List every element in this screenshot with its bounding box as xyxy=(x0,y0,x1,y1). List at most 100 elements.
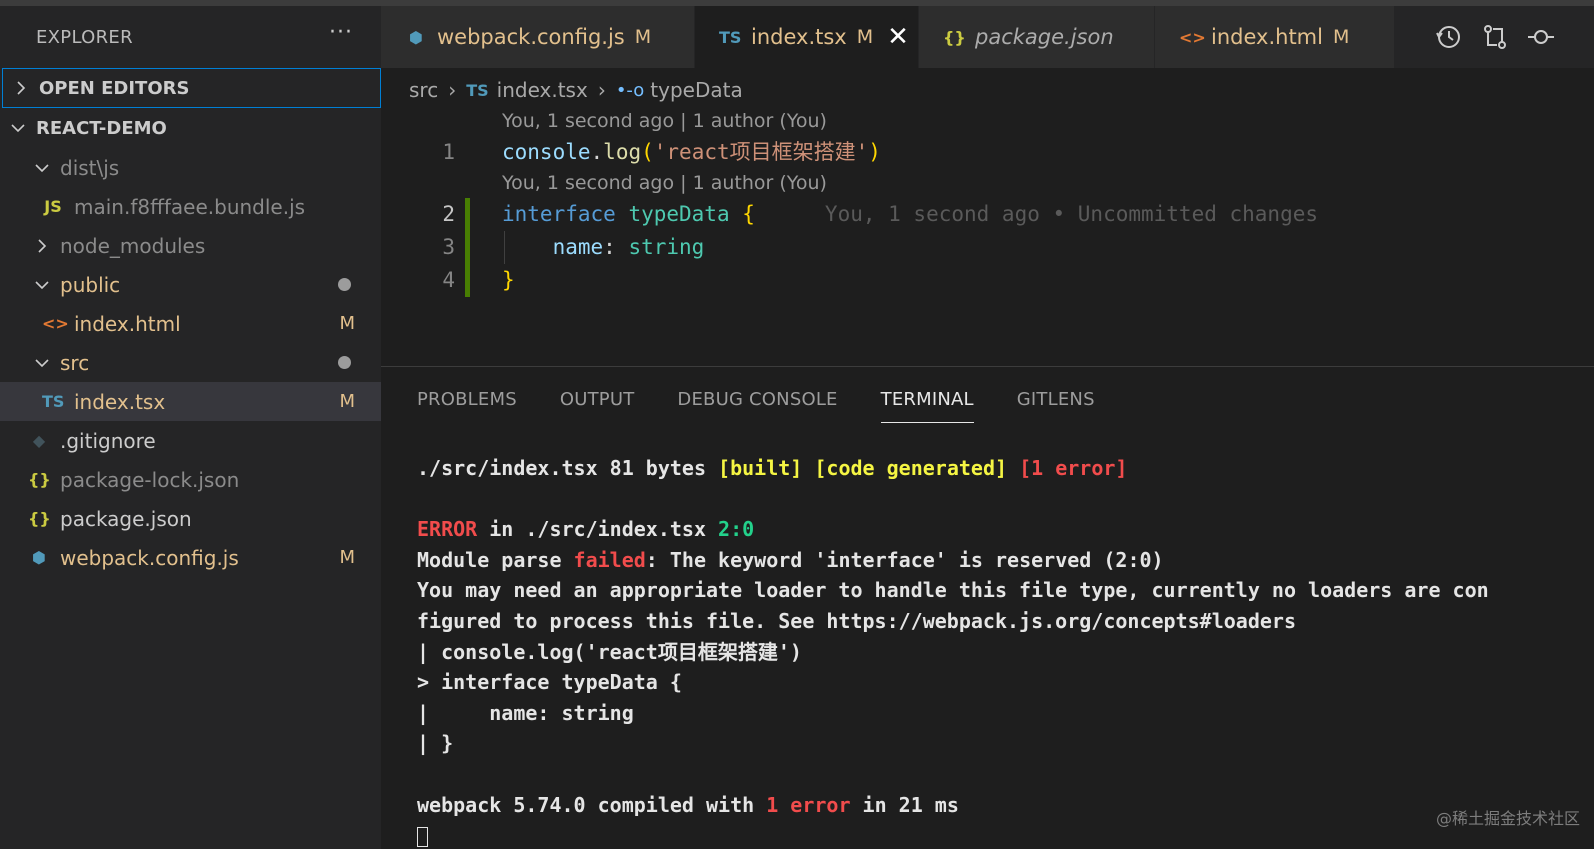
code-editor[interactable]: You, 1 second ago | 1 author (You) 1 con… xyxy=(381,108,1594,366)
tab-terminal[interactable]: TERMINAL xyxy=(880,381,974,423)
json-file-icon: {} xyxy=(28,509,51,528)
explorer-title: EXPLORER xyxy=(36,26,133,48)
tree-file-main-bundle[interactable]: JS main.f8fffaee.bundle.js xyxy=(0,187,381,226)
git-commit-icon[interactable] xyxy=(1526,22,1556,52)
chevron-right-icon xyxy=(38,238,47,253)
tree-item-label: dist\js xyxy=(60,155,120,180)
terminal-line: > interface typeData { xyxy=(417,670,682,695)
tab-webpack-config[interactable]: ⬢ webpack.config.js M xyxy=(381,6,695,68)
tree-item-label: index.html xyxy=(74,311,181,336)
tree-file-gitignore[interactable]: ◆ .gitignore xyxy=(0,421,381,460)
tree-file-package-lock[interactable]: {} package-lock.json xyxy=(0,460,381,499)
project-section[interactable]: REACT-DEMO xyxy=(0,108,381,148)
open-editors-section[interactable]: OPEN EDITORS xyxy=(2,68,381,108)
tree-item-label: package.json xyxy=(60,506,192,531)
tree-folder-src[interactable]: src xyxy=(0,343,381,382)
tree-item-label: webpack.config.js xyxy=(60,545,239,570)
breadcrumb-symbol[interactable]: typeData xyxy=(650,78,742,102)
line-source: interface typeData {You, 1 second ago • … xyxy=(502,202,1319,226)
tree-folder-public[interactable]: public xyxy=(0,265,381,304)
tab-label: index.html xyxy=(1211,25,1323,49)
chevron-down-icon xyxy=(11,124,25,133)
open-editors-label: OPEN EDITORS xyxy=(39,77,190,99)
line-source: } xyxy=(502,268,515,292)
tree-file-package-json[interactable]: {} package.json xyxy=(0,499,381,538)
tab-problems[interactable]: PROBLEMS xyxy=(417,381,517,423)
modified-dot xyxy=(338,356,351,369)
code-line-1: 1 console.log('react项目框架搭建') xyxy=(381,136,1594,169)
tab-gitlens[interactable]: GITLENS xyxy=(1017,381,1095,423)
terminal-line: ./src/index.tsx 81 bytes [built] [code g… xyxy=(417,456,1128,480)
tree-item-label: src xyxy=(60,350,90,375)
breadcrumb-file[interactable]: index.tsx xyxy=(497,78,588,102)
terminal-line: Module parse failed: The keyword 'interf… xyxy=(417,547,1164,572)
chevron-right-icon: › xyxy=(597,78,606,102)
project-label: REACT-DEMO xyxy=(36,117,167,139)
ts-file-icon: TS xyxy=(719,27,742,47)
more-actions-icon[interactable]: ··· xyxy=(329,20,353,45)
terminal-line: figured to process this file. See https:… xyxy=(417,608,1296,633)
modified-badge: M xyxy=(856,26,874,48)
line-source: name: string xyxy=(552,235,705,259)
explorer-header: EXPLORER ··· xyxy=(0,6,381,68)
bottom-panel: PROBLEMS OUTPUT DEBUG CONSOLE TERMINAL G… xyxy=(381,366,1594,849)
tree-item-label: index.tsx xyxy=(74,389,166,414)
tree-file-webpack-config[interactable]: ⬢ webpack.config.js M xyxy=(0,538,381,577)
tree-file-index-tsx[interactable]: TS index.tsx M xyxy=(0,382,381,421)
terminal-cursor xyxy=(417,826,428,847)
modified-badge: M xyxy=(339,391,355,412)
editor-actions xyxy=(1404,6,1594,68)
close-icon[interactable]: ✕ xyxy=(887,22,909,52)
webpack-file-icon: ⬢ xyxy=(32,548,46,567)
terminal-line: ERROR in ./src/index.tsx 2:0 xyxy=(417,517,755,542)
line-number: 4 xyxy=(442,268,455,292)
terminal-line: webpack 5.74.0 compiled with 1 error in … xyxy=(417,792,959,817)
tab-label: index.tsx xyxy=(751,25,847,49)
ts-file-icon: TS xyxy=(466,80,489,100)
breadcrumb: src › TS index.tsx › •-o typeData xyxy=(409,72,743,108)
terminal-line: | name: string xyxy=(417,700,634,725)
tab-debug-console[interactable]: DEBUG CONSOLE xyxy=(677,381,837,423)
panel-tab-bar: PROBLEMS OUTPUT DEBUG CONSOLE TERMINAL G… xyxy=(417,381,1095,423)
modified-badge: M xyxy=(339,313,355,334)
code-line-3: 3 name: string xyxy=(381,231,1594,264)
breadcrumb-folder[interactable]: src xyxy=(409,78,438,102)
tab-index-tsx[interactable]: TS index.tsx M ✕ xyxy=(695,6,919,68)
tree-item-label: public xyxy=(60,272,121,297)
tree-item-label: .gitignore xyxy=(60,428,156,453)
tree-folder-node-modules[interactable]: node_modules xyxy=(0,226,381,265)
js-file-icon: JS xyxy=(44,197,62,216)
terminal-output[interactable]: ./src/index.tsx 81 bytes [built] [code g… xyxy=(417,453,1489,849)
inline-blame: You, 1 second ago • Uncommitted changes xyxy=(824,202,1319,226)
line-number: 3 xyxy=(442,235,455,259)
tab-label: package.json xyxy=(975,25,1114,49)
git-file-icon: ◆ xyxy=(32,431,46,450)
editor-tab-bar: ⬢ webpack.config.js M TS index.tsx M ✕ {… xyxy=(381,6,1594,68)
tab-index-html[interactable]: <> index.html M xyxy=(1155,6,1395,68)
tab-label: webpack.config.js xyxy=(437,25,625,49)
tree-folder-dist-js[interactable]: dist\js xyxy=(0,148,381,187)
codelens-authors[interactable]: You, 1 second ago | 1 author (You) xyxy=(502,172,827,194)
tree-item-label: package-lock.json xyxy=(60,467,240,492)
terminal-line: | } xyxy=(417,731,454,756)
chevron-down-icon xyxy=(35,280,49,289)
history-icon[interactable] xyxy=(1434,22,1464,52)
tab-package-json[interactable]: {} package.json xyxy=(919,6,1155,68)
json-file-icon: {} xyxy=(28,470,51,489)
codelens-authors[interactable]: You, 1 second ago | 1 author (You) xyxy=(502,110,827,132)
chevron-down-icon xyxy=(35,163,49,172)
modified-badge: M xyxy=(1332,26,1350,48)
compare-changes-icon[interactable] xyxy=(1480,22,1510,52)
html-file-icon: <> xyxy=(42,314,69,333)
tree-item-label: main.f8fffaee.bundle.js xyxy=(74,194,306,219)
terminal-line: | console.log('react项目框架搭建') xyxy=(417,639,802,664)
tree-file-index-html[interactable]: <> index.html M xyxy=(0,304,381,343)
tab-output[interactable]: OUTPUT xyxy=(560,381,635,423)
modified-badge: M xyxy=(339,547,355,568)
line-number: 2 xyxy=(442,202,455,226)
watermark: @稀土掘金技术社区 xyxy=(1435,809,1580,828)
modified-dot xyxy=(338,278,351,291)
json-file-icon: {} xyxy=(943,27,966,47)
ts-file-icon: TS xyxy=(42,392,65,411)
terminal-line: You may need an appropriate loader to ha… xyxy=(417,578,1489,603)
